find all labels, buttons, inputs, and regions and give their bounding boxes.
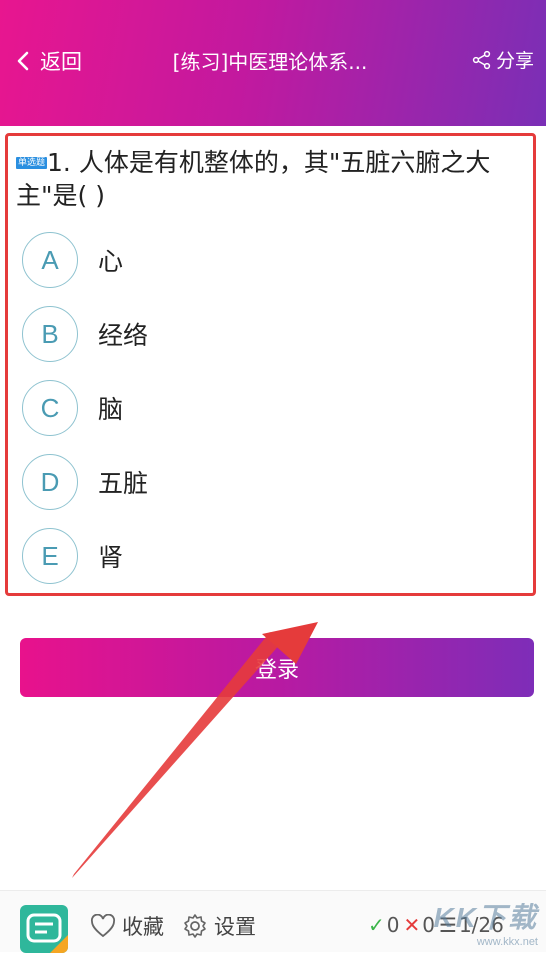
heart-icon: [91, 914, 115, 938]
share-label: 分享: [495, 50, 534, 72]
question-type-badge: 单选题: [16, 157, 48, 169]
watermark-main: KK下载: [433, 902, 538, 933]
option-d[interactable]: D 五脏: [22, 452, 502, 512]
page-title: [练习]中医理论体系...: [172, 50, 368, 74]
favorite-label: 收藏: [122, 915, 164, 939]
cross-icon: ✕: [403, 913, 421, 937]
option-letter: C: [22, 380, 78, 436]
watermark-sub: www.kkx.net: [476, 936, 538, 948]
app-logo: [20, 905, 68, 953]
option-letter: A: [22, 232, 78, 288]
option-text: 经络: [98, 321, 149, 350]
favorite-button[interactable]: 收藏: [90, 911, 164, 941]
option-text: 心: [98, 247, 124, 276]
back-button[interactable]: 返回: [14, 44, 82, 78]
check-icon: ✓: [368, 913, 385, 937]
share-icon: [472, 50, 491, 69]
option-text: 五脏: [98, 469, 149, 498]
watermark: KK下载 www.kkx.net: [434, 896, 538, 948]
option-b[interactable]: B 经络: [22, 304, 502, 364]
option-text: 肾: [98, 543, 124, 572]
option-letter: D: [22, 454, 78, 510]
correct-count: 0: [386, 913, 400, 937]
correct-stat: ✓ 0: [368, 913, 400, 937]
wrong-stat: ✕ 0: [404, 913, 436, 937]
question-stem: 1. 人体是有机整体的，其"五脏六腑之大主"是( ): [16, 148, 491, 210]
settings-label: 设置: [214, 915, 256, 939]
option-letter: E: [22, 528, 78, 584]
settings-button[interactable]: 设置: [182, 911, 256, 941]
question-card: 单选题1. 人体是有机整体的，其"五脏六腑之大主"是( ) A 心 B 经络 C…: [5, 133, 536, 596]
option-a[interactable]: A 心: [22, 230, 502, 290]
option-c[interactable]: C 脑: [22, 378, 502, 438]
question-text: 单选题1. 人体是有机整体的，其"五脏六腑之大主"是( ): [16, 146, 531, 212]
back-label: 返回: [40, 50, 82, 74]
option-text: 脑: [98, 395, 124, 424]
option-letter: B: [22, 306, 78, 362]
share-button[interactable]: 分享: [472, 46, 534, 73]
chevron-left-icon: [17, 51, 29, 71]
login-button[interactable]: 登录: [20, 638, 534, 697]
bottom-toolbar: 收藏 设置 ✓ 0 ✕ 0 ☰ 1/26 KK下载 www.kkx.net: [0, 890, 546, 953]
gear-icon: [184, 914, 206, 938]
exam-logo-icon: [26, 913, 68, 953]
option-e[interactable]: E 肾: [22, 526, 502, 586]
app-header: 返回 [练习]中医理论体系... 分享: [0, 0, 546, 126]
